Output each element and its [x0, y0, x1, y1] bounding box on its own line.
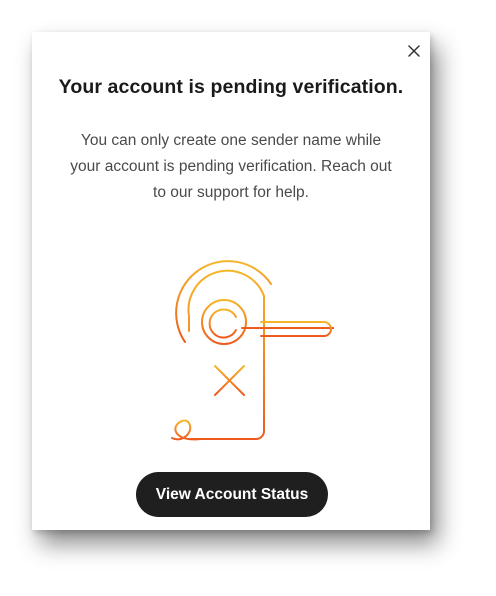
- message-line: to our support for help.: [153, 184, 309, 201]
- view-account-status-button[interactable]: View Account Status: [136, 472, 328, 517]
- door-hanger-x-icon: [171, 260, 334, 441]
- message-line: You can only create one sender name whil…: [80, 132, 382, 149]
- dialog-title: Your account is pending verification.: [58, 76, 404, 98]
- verification-dialog: Your account is pending verification. Yo…: [32, 32, 430, 530]
- message-line: your account is pending verification. Re…: [70, 158, 392, 175]
- dialog-message: You can only create one sender name whil…: [50, 128, 412, 206]
- close-button[interactable]: [404, 41, 424, 61]
- close-icon: [408, 45, 420, 57]
